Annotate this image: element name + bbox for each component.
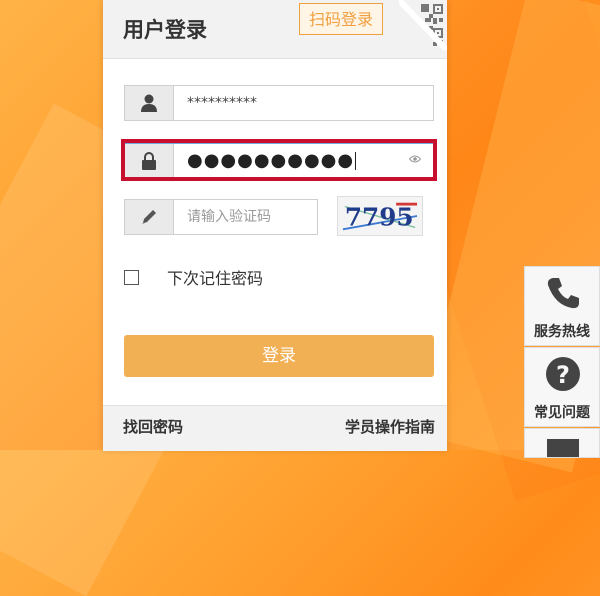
faq-label: 常见问题 [534, 405, 590, 421]
remember-label: 下次记住密码 [167, 269, 264, 288]
username-field[interactable]: ********** [124, 85, 434, 121]
username-value: ********** [187, 95, 257, 111]
remember-password[interactable]: 下次记住密码 [124, 266, 263, 288]
qr-login-button[interactable]: 扫码登录 [299, 3, 383, 35]
login-title: 用户登录 [123, 18, 207, 42]
remember-checkbox[interactable] [124, 269, 139, 285]
qr-code-icon[interactable] [399, 0, 447, 50]
svg-text:?: ? [556, 361, 570, 389]
pencil-icon [125, 200, 174, 234]
service-hotline-label: 服务热线 [534, 324, 590, 340]
password-value: ●●●●●●●●●● [187, 150, 357, 171]
side-more-button[interactable] [524, 428, 600, 458]
captcha-image[interactable]: 7795 [337, 196, 423, 236]
text-cursor [355, 152, 357, 170]
more-icon [547, 439, 579, 457]
captcha-field[interactable]: 请输入验证码 [124, 199, 318, 235]
faq-button[interactable]: ? 常见问题 [524, 347, 600, 427]
recover-password-link[interactable]: 找回密码 [123, 416, 183, 437]
login-footer: 找回密码 学员操作指南 [103, 405, 447, 451]
login-header: 用户登录 扫码登录 [103, 0, 447, 59]
phone-icon [547, 278, 579, 309]
question-icon: ? [546, 357, 580, 391]
captcha-code: 7795 [345, 203, 414, 232]
login-button[interactable]: 登录 [124, 335, 434, 377]
student-guide-link[interactable]: 学员操作指南 [345, 416, 435, 437]
service-hotline-button[interactable]: 服务热线 [524, 266, 600, 346]
lock-icon [125, 144, 174, 178]
eye-icon[interactable] [409, 154, 421, 164]
password-field[interactable]: ●●●●●●●●●● [124, 143, 434, 179]
user-icon [125, 86, 174, 120]
captcha-input: 请输入验证码 [187, 209, 271, 225]
